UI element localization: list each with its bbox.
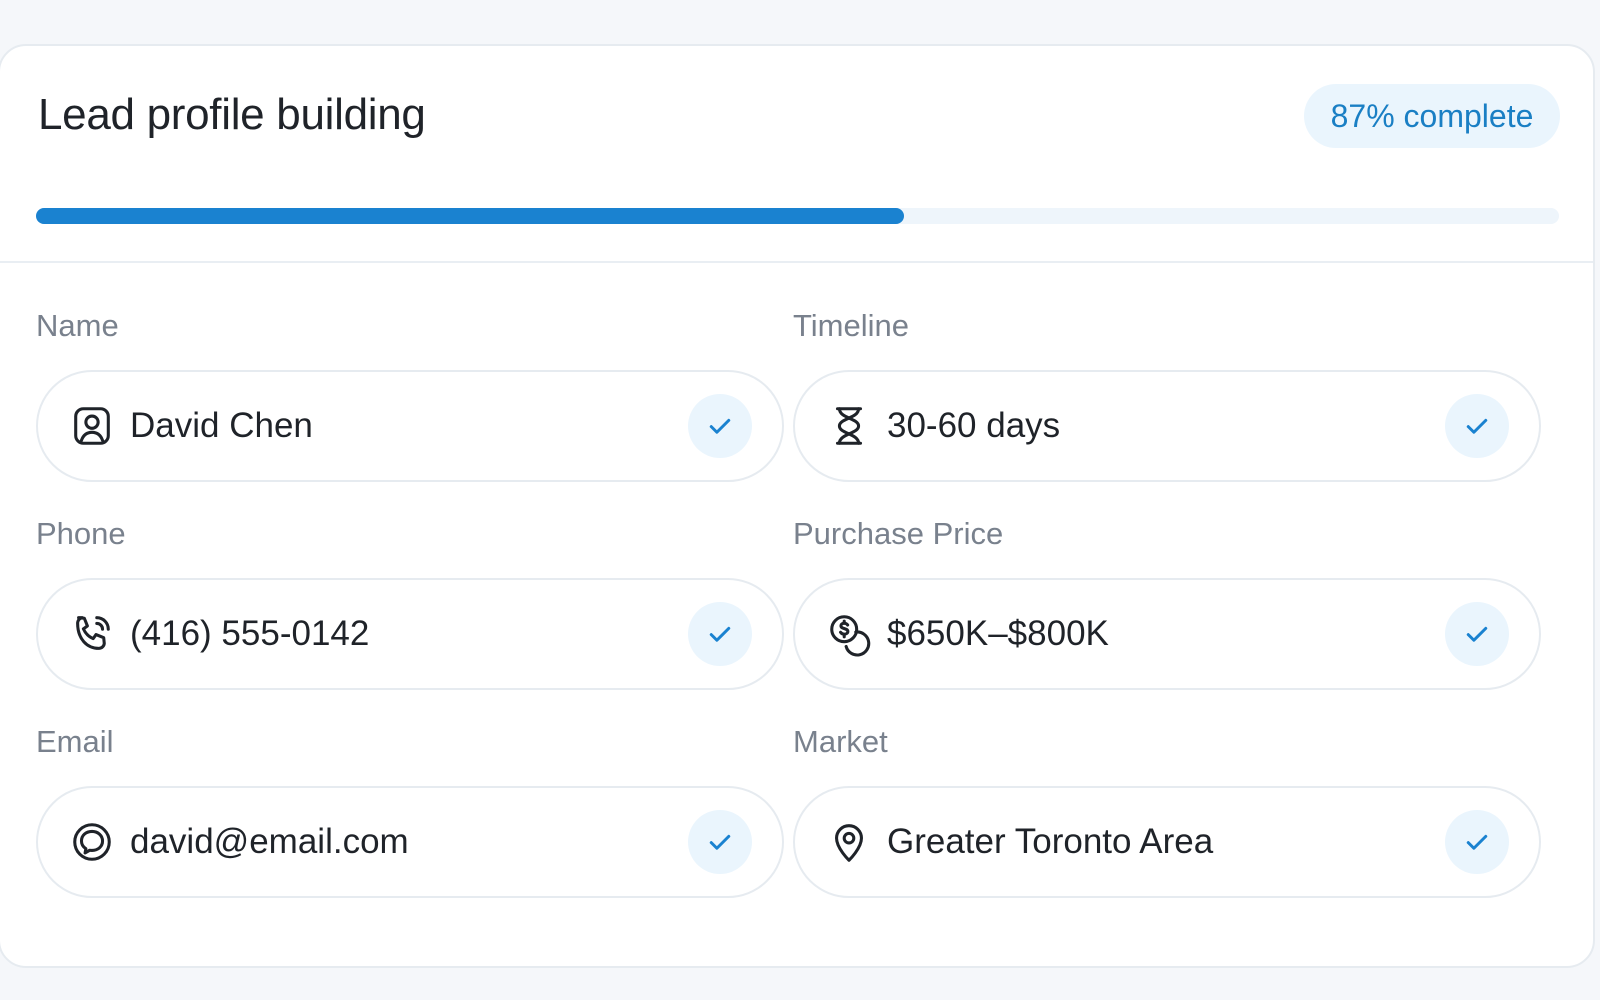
field-name: Name David Chen	[36, 306, 784, 482]
name-value: David Chen	[130, 406, 313, 445]
field-market: Market Greater Toronto Area	[793, 722, 1541, 898]
card-title: Lead profile building	[38, 90, 426, 139]
progress-track	[36, 208, 1559, 224]
email-value: david@email.com	[130, 822, 409, 861]
card-header: Lead profile building 87% complete	[0, 46, 1593, 263]
email-field[interactable]: david@email.com	[36, 786, 784, 898]
hourglass-icon	[825, 402, 873, 450]
field-label: Purchase Price	[793, 516, 1004, 551]
phone-icon	[68, 610, 116, 658]
field-label: Email	[36, 724, 114, 759]
field-label: Timeline	[793, 308, 909, 343]
user-icon	[68, 402, 116, 450]
check-icon	[1445, 602, 1509, 666]
map-pin-icon	[825, 818, 873, 866]
phone-field[interactable]: (416) 555-0142	[36, 578, 784, 690]
check-icon	[688, 602, 752, 666]
name-field[interactable]: David Chen	[36, 370, 784, 482]
market-value: Greater Toronto Area	[887, 822, 1214, 861]
progress-fill	[36, 208, 905, 224]
purchase-price-value: $650K–$800K	[887, 614, 1109, 653]
field-label: Phone	[36, 516, 126, 551]
email-icon	[68, 818, 116, 866]
timeline-value: 30-60 days	[887, 406, 1061, 445]
check-icon	[1445, 810, 1509, 874]
field-purchase-price: Purchase Price $650K–$800K	[793, 514, 1541, 690]
field-email: Email david@email.com	[36, 722, 784, 898]
check-icon	[688, 810, 752, 874]
field-label: Market	[793, 724, 888, 759]
check-icon	[1445, 394, 1509, 458]
field-label: Name	[36, 308, 119, 343]
check-icon	[688, 394, 752, 458]
completion-badge: 87% complete	[1304, 84, 1560, 148]
field-phone: Phone (416) 555-0142	[36, 514, 784, 690]
market-field[interactable]: Greater Toronto Area	[793, 786, 1541, 898]
phone-value: (416) 555-0142	[130, 614, 370, 653]
purchase-price-field[interactable]: $650K–$800K	[793, 578, 1541, 690]
lead-profile-card: Lead profile building 87% complete Name …	[0, 44, 1595, 968]
timeline-field[interactable]: 30-60 days	[793, 370, 1541, 482]
field-timeline: Timeline 30-60 days	[793, 306, 1541, 482]
coins-icon	[825, 610, 873, 658]
